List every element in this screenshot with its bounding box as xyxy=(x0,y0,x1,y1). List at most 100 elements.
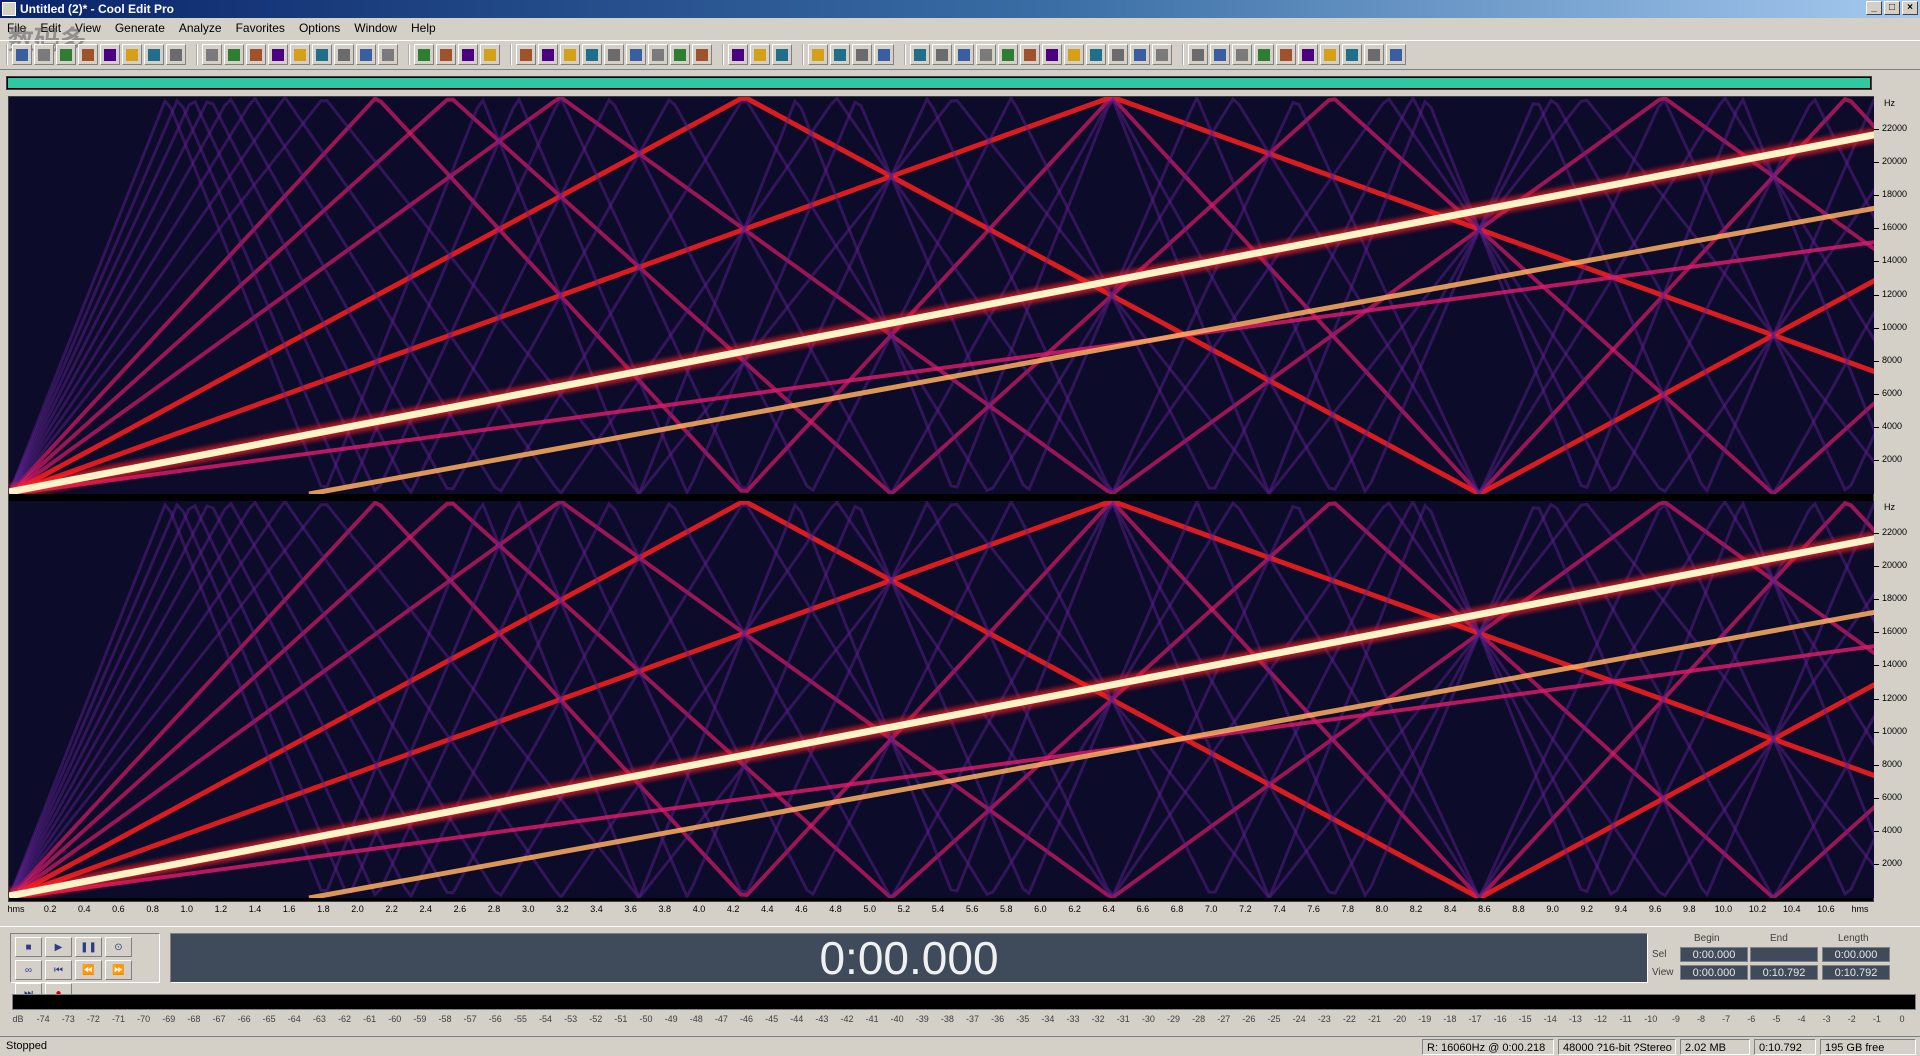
toolbar-button[interactable] xyxy=(1210,44,1230,65)
toolbar-button[interactable] xyxy=(932,44,952,65)
menu-favorites[interactable]: Favorites xyxy=(229,18,292,38)
toolbar-button[interactable] xyxy=(852,44,872,65)
toolbar-button[interactable] xyxy=(670,44,690,65)
sel-begin-field[interactable]: 0:00.000 xyxy=(1680,947,1748,962)
toolbar-button[interactable] xyxy=(1020,44,1040,65)
toolbar-button[interactable] xyxy=(604,44,624,65)
hz-tick-label: 22000 xyxy=(1882,527,1908,538)
toolbar-group xyxy=(408,44,502,65)
time-tick-label: 2.6 xyxy=(453,904,467,914)
toolbar-button[interactable] xyxy=(808,44,828,65)
toolbar-button[interactable] xyxy=(910,44,930,65)
overview-bar[interactable] xyxy=(6,76,1872,90)
spectral-view[interactable] xyxy=(8,96,1875,902)
toolbar-button[interactable] xyxy=(1042,44,1062,65)
toolbar-button[interactable] xyxy=(436,44,456,65)
toolbar-button[interactable] xyxy=(560,44,580,65)
sel-end-field[interactable] xyxy=(1750,947,1818,962)
toolbar-button[interactable] xyxy=(224,44,244,65)
toolbar-button[interactable] xyxy=(480,44,500,65)
toolbar-button[interactable] xyxy=(1320,44,1340,65)
tool-icon xyxy=(250,48,262,61)
toolbar-button[interactable] xyxy=(290,44,310,65)
toolbar-button[interactable] xyxy=(1276,44,1296,65)
toolbar-button[interactable] xyxy=(516,44,536,65)
toolbar-button[interactable] xyxy=(1086,44,1106,65)
toolbar-button[interactable] xyxy=(246,44,266,65)
toolbar-button[interactable] xyxy=(538,44,558,65)
toolbar-button[interactable] xyxy=(1298,44,1318,65)
tool-icon xyxy=(856,48,868,61)
toolbar-button[interactable] xyxy=(12,44,32,65)
toolbar-button[interactable] xyxy=(78,44,98,65)
pause-button[interactable]: ❚❚ xyxy=(75,937,102,957)
toolbar-button[interactable] xyxy=(1386,44,1406,65)
toolbar-button[interactable] xyxy=(458,44,478,65)
close-button[interactable]: × xyxy=(1902,1,1918,15)
hz-tick xyxy=(1874,393,1879,395)
toolbar-button[interactable] xyxy=(954,44,974,65)
menu-options[interactable]: Options xyxy=(292,18,347,38)
toolbar-button[interactable] xyxy=(998,44,1018,65)
view-end-field[interactable]: 0:10.792 xyxy=(1750,965,1818,980)
play-to-end-button[interactable]: ⊙ xyxy=(105,937,132,957)
view-length-field[interactable]: 0:10.792 xyxy=(1822,965,1890,980)
go-start-button[interactable]: ⏮ xyxy=(45,960,72,980)
toolbar-button[interactable] xyxy=(144,44,164,65)
toolbar-button[interactable] xyxy=(56,44,76,65)
toolbar-button[interactable] xyxy=(166,44,186,65)
toolbar-button[interactable] xyxy=(1130,44,1150,65)
restore-button[interactable]: □ xyxy=(1884,1,1900,15)
spectral-channel-right[interactable] xyxy=(9,501,1875,898)
toolbar-button[interactable] xyxy=(750,44,770,65)
loop-button[interactable]: ∞ xyxy=(15,960,42,980)
toolbar-button[interactable] xyxy=(692,44,712,65)
toolbar-button[interactable] xyxy=(626,44,646,65)
toolbar-button[interactable] xyxy=(772,44,792,65)
toolbar-button[interactable] xyxy=(1064,44,1084,65)
play-button[interactable]: ▶ xyxy=(45,937,72,957)
fast-forward-button[interactable]: ⏩ xyxy=(105,960,132,980)
toolbar-button[interactable] xyxy=(1254,44,1274,65)
toolbar-button[interactable] xyxy=(1152,44,1172,65)
spectral-channel-left[interactable] xyxy=(9,97,1875,494)
toolbar-button[interactable] xyxy=(728,44,748,65)
toolbar-button[interactable] xyxy=(334,44,354,65)
menu-analyze[interactable]: Analyze xyxy=(172,18,229,38)
rewind-button[interactable]: ⏪ xyxy=(75,960,102,980)
menu-window[interactable]: Window xyxy=(347,18,404,38)
toolbar-button[interactable] xyxy=(34,44,54,65)
toolbar-button[interactable] xyxy=(122,44,142,65)
overview-range[interactable] xyxy=(8,78,1870,88)
toolbar-button[interactable] xyxy=(268,44,288,65)
toolbar-button[interactable] xyxy=(202,44,222,65)
toolbar-button[interactable] xyxy=(100,44,120,65)
time-tick-label: 2.0 xyxy=(351,904,364,914)
toolbar-button[interactable] xyxy=(356,44,376,65)
toolbar-button[interactable] xyxy=(1342,44,1362,65)
time-tick-label: hms xyxy=(1851,904,1869,914)
menu-help[interactable]: Help xyxy=(404,18,443,38)
toolbar-button[interactable] xyxy=(1364,44,1384,65)
toolbar-button[interactable] xyxy=(874,44,894,65)
toolbar-button[interactable] xyxy=(414,44,434,65)
toolbar-button[interactable] xyxy=(1108,44,1128,65)
toolbar-button[interactable] xyxy=(830,44,850,65)
db-tick-label: -61 xyxy=(363,1014,377,1024)
minimize-button[interactable]: _ xyxy=(1866,1,1882,15)
stop-button[interactable]: ■ xyxy=(15,937,42,957)
sel-length-field[interactable]: 0:00.000 xyxy=(1822,947,1890,962)
hz-tick-label: 12000 xyxy=(1882,288,1908,299)
hz-tick xyxy=(1874,797,1879,799)
toolbar-button[interactable] xyxy=(312,44,332,65)
view-begin-field[interactable]: 0:00.000 xyxy=(1680,965,1748,980)
toolbar-button[interactable] xyxy=(378,44,398,65)
toolbar-button[interactable] xyxy=(976,44,996,65)
toolbar-button[interactable] xyxy=(582,44,602,65)
hz-tick-label: 16000 xyxy=(1882,222,1908,233)
toolbar-button[interactable] xyxy=(648,44,668,65)
toolbar-button[interactable] xyxy=(1232,44,1252,65)
menu-generate[interactable]: Generate xyxy=(108,18,172,38)
toolbar-button[interactable] xyxy=(1188,44,1208,65)
time-tick-label: 5.0 xyxy=(863,904,876,914)
